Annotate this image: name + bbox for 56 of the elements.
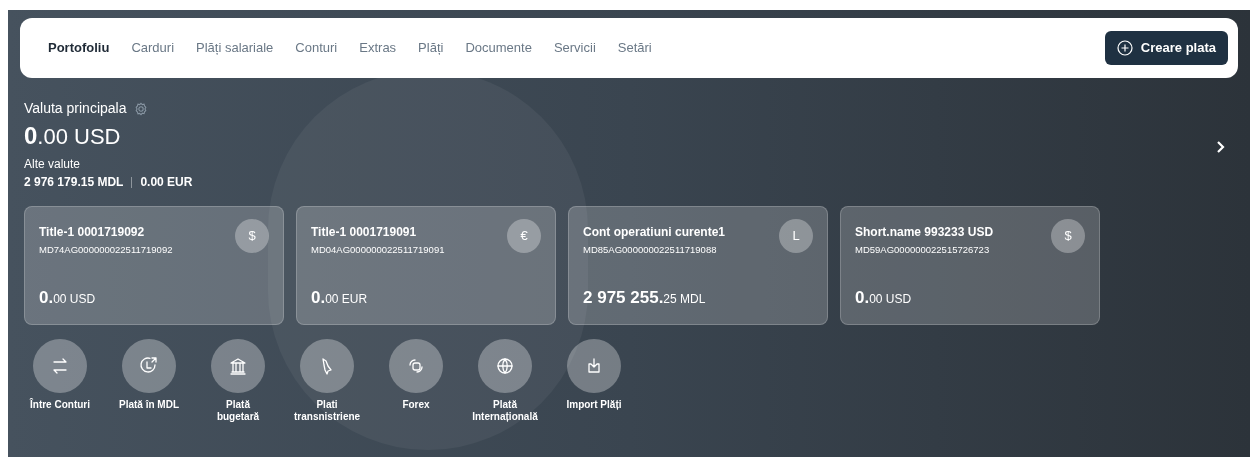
action-label: Plati transnistriene <box>294 399 360 423</box>
action-button[interactable] <box>567 339 621 393</box>
nav-tab[interactable]: Extras <box>359 38 397 58</box>
clock-arrow-icon <box>139 356 159 376</box>
nav-tab[interactable]: Plăți <box>418 38 444 58</box>
action-label: Import Plăți <box>565 399 623 411</box>
create-payment-button[interactable]: Creare plata <box>1104 31 1228 65</box>
currency-balance: 2 976 179.15 MDL <box>24 174 124 191</box>
plus-circle-icon <box>1116 40 1133 56</box>
other-currencies-label: Alte valute <box>24 156 82 173</box>
action-label: Forex <box>401 399 431 411</box>
account-card[interactable]: Title-1 0001719092 MD74AG000000022511719092 $ 0.00 USD <box>24 206 284 325</box>
account-card[interactable]: Cont operatiuni curente1 MD85AG000000022511719088 L 2 975 255.25 MDL <box>568 206 828 325</box>
action-button[interactable] <box>478 339 532 393</box>
action-label: Plată în MDL <box>118 399 180 411</box>
account-balance: 0.00 USD <box>855 286 913 309</box>
account-title: Cont operatiuni curente1 <box>583 224 725 241</box>
settings-icon[interactable] <box>134 101 149 116</box>
account-iban: MD04AG000000022511719091 <box>311 243 445 257</box>
action-button[interactable] <box>389 339 443 393</box>
exchange-icon <box>406 356 426 376</box>
currency-symbol: L <box>779 219 813 253</box>
main-currency-label: Valuta principala <box>24 99 127 118</box>
nav-tab[interactable]: Conturi <box>295 38 338 58</box>
action-button[interactable] <box>33 339 87 393</box>
action-label: Între Conturi <box>28 399 91 411</box>
account-title: Title-1 0001719091 <box>311 224 418 241</box>
account-title: Short.name 993233 USD <box>855 224 994 241</box>
nav-tab[interactable]: Plăți salariale <box>196 38 274 58</box>
account-card[interactable]: Short.name 993233 USD MD59AG000000022515726723 $ 0.00 USD <box>840 206 1100 325</box>
action-button[interactable] <box>211 339 265 393</box>
account-balance: 0.00 USD <box>39 286 97 309</box>
nav-tab[interactable]: Carduri <box>131 38 174 58</box>
nav-tab[interactable]: Portofoliu <box>48 38 110 58</box>
nav-tab[interactable]: Setări <box>617 38 652 58</box>
account-iban: MD74AG000000022511719092 <box>39 243 173 257</box>
currency-symbol: $ <box>1051 219 1085 253</box>
bank-icon <box>228 356 248 376</box>
account-card[interactable]: Title-1 0001719091 MD04AG000000022511719091 € 0.00 EUR <box>296 206 556 325</box>
nav-tab[interactable]: Servicii <box>553 38 596 58</box>
account-iban: MD59AG000000022515726723 <box>855 243 991 257</box>
account-iban: MD85AG000000022511719088 <box>583 243 718 257</box>
action-button[interactable] <box>122 339 176 393</box>
action-button[interactable] <box>300 339 354 393</box>
chevron-right-icon[interactable] <box>1216 140 1226 154</box>
account-balance: 2 975 255.25 MDL <box>583 286 707 309</box>
nav-tab[interactable]: Documente <box>465 38 532 58</box>
currency-balance: 0.00 EUR <box>140 174 193 191</box>
action-label: Plată Internațională <box>472 399 538 423</box>
currency-symbol: $ <box>235 219 269 253</box>
account-balance: 0.00 EUR <box>311 286 369 309</box>
account-title: Title-1 0001719092 <box>39 224 146 241</box>
main-balance: 0.00 USD <box>24 121 121 151</box>
currency-symbol: € <box>507 219 541 253</box>
globe-icon <box>495 356 515 376</box>
action-label: Plată bugetară <box>215 399 261 423</box>
